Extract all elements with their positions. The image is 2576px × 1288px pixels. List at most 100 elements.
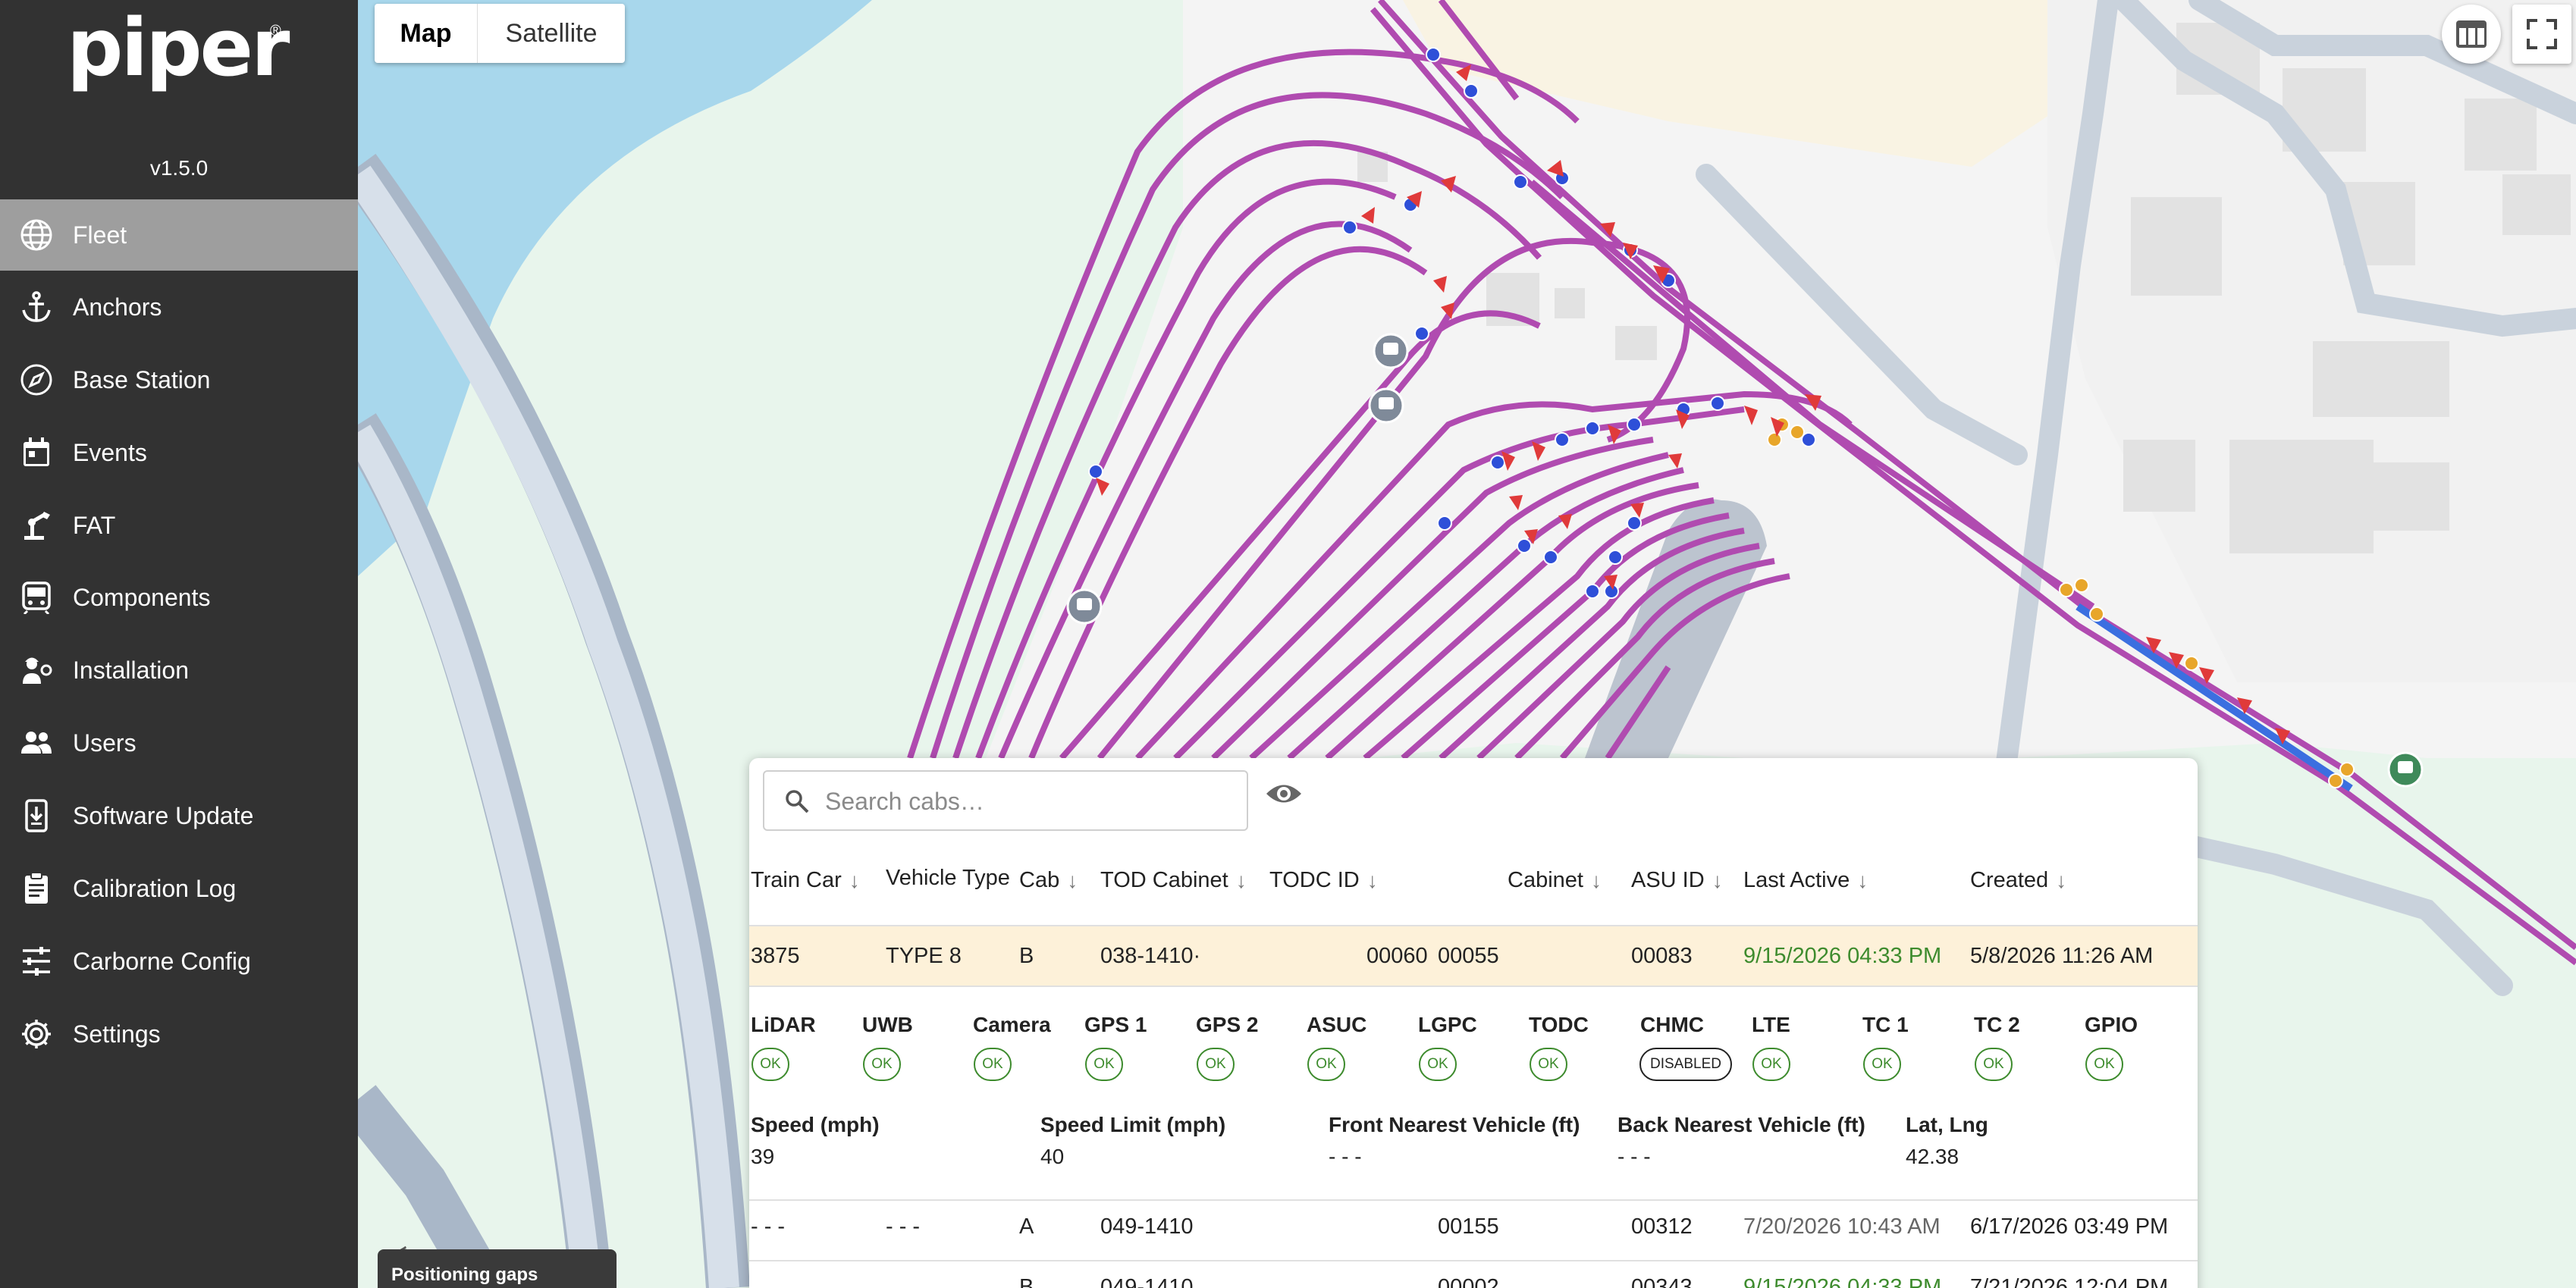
sidebar-item-fleet[interactable]: Fleet bbox=[0, 199, 358, 271]
table-row[interactable]: B 049-1410 00002 00343 9/15/2026 04:33 P… bbox=[749, 1261, 2198, 1288]
sidebar-item-label: Settings bbox=[73, 1020, 161, 1048]
fullscreen-button[interactable] bbox=[2512, 5, 2571, 64]
col-header-label: ASU ID bbox=[1631, 868, 1705, 892]
component-label-gps1: GPS 1 bbox=[1084, 1013, 1147, 1036]
users-icon bbox=[18, 725, 55, 761]
col-header-asu-id[interactable]: ASU ID ↓ bbox=[1631, 868, 1723, 893]
col-header-created[interactable]: Created ↓ bbox=[1970, 868, 2066, 893]
sidebar-item-label: Components bbox=[73, 583, 211, 611]
cell-last-active: 9/15/2026 04:33 PM bbox=[1743, 1275, 1942, 1288]
map-type-satellite-button[interactable]: Satellite bbox=[478, 4, 625, 63]
anchor-icon bbox=[18, 289, 55, 325]
phone-download-icon bbox=[18, 798, 55, 834]
col-header-label: Last Active bbox=[1743, 868, 1850, 892]
sidebar-item-events[interactable]: Events bbox=[0, 417, 358, 488]
sort-arrow-icon: ↓ bbox=[1712, 868, 1723, 892]
cell-last-active: 9/15/2026 04:33 PM bbox=[1743, 944, 1942, 968]
map-type-control: Map Satellite bbox=[375, 4, 625, 63]
logo-registered-mark: ® bbox=[270, 23, 281, 39]
status-badge-lte: OK bbox=[1752, 1048, 1790, 1081]
component-label-gpio: GPIO bbox=[2085, 1013, 2138, 1036]
table-icon bbox=[2456, 20, 2487, 48]
cab-search-input[interactable] bbox=[825, 782, 1235, 820]
stat-label-lat-lng: Lat, Lng bbox=[1906, 1113, 1988, 1136]
status-badge-gps1: OK bbox=[1085, 1048, 1123, 1081]
component-label-gps2: GPS 2 bbox=[1196, 1013, 1259, 1036]
app-version: v1.5.0 bbox=[149, 156, 209, 180]
sidebar-item-label: Installation bbox=[73, 656, 189, 684]
cell-train-car: - - - bbox=[751, 1214, 786, 1239]
cell-created: 5/8/2026 11:26 AM bbox=[1970, 944, 2154, 968]
sidebar-item-carborne-config[interactable]: Carborne Config bbox=[0, 926, 358, 997]
col-header-label: TODC ID bbox=[1269, 868, 1360, 892]
col-header-vehicle-type[interactable]: Vehicle Type bbox=[886, 866, 1010, 891]
cell-last-active: 7/20/2026 10:43 AM bbox=[1743, 1214, 1941, 1239]
component-label-todc: TODC bbox=[1529, 1013, 1589, 1036]
sidebar-item-label: Calibration Log bbox=[73, 874, 237, 902]
col-header-label: Vehicle Type bbox=[886, 866, 1010, 890]
sidebar-item-label: Software Update bbox=[73, 801, 254, 829]
app-logo: piper bbox=[67, 2, 290, 94]
cell-cabinet: 00055 bbox=[1438, 944, 1499, 968]
app-root: nkee Dr Map Satellite Positioning gaps p… bbox=[0, 0, 2576, 1288]
col-header-last-active[interactable]: Last Active ↓ bbox=[1743, 868, 1868, 893]
cell-cab: A bbox=[1019, 1214, 1034, 1239]
search-icon bbox=[786, 790, 809, 813]
sidebar-item-software-update[interactable]: Software Update bbox=[0, 780, 358, 851]
fullscreen-icon bbox=[2527, 19, 2557, 49]
robot-arm-icon bbox=[18, 507, 55, 544]
visibility-toggle-icon[interactable] bbox=[1265, 781, 1303, 807]
status-badge-gpio: OK bbox=[2085, 1048, 2123, 1081]
sort-arrow-icon: ↓ bbox=[849, 868, 860, 892]
sidebar-item-settings[interactable]: Settings bbox=[0, 998, 358, 1070]
sidebar-item-installation[interactable]: Installation bbox=[0, 635, 358, 706]
component-label-lidar: LiDAR bbox=[751, 1013, 816, 1036]
cell-todc-id: 00060 bbox=[1366, 944, 1428, 968]
sort-arrow-icon: ↓ bbox=[1067, 868, 1078, 892]
component-label-asuc: ASUC bbox=[1307, 1013, 1367, 1036]
sidebar-item-label: FAT bbox=[73, 511, 116, 539]
col-header-label: Created bbox=[1970, 868, 2049, 892]
clipboard-icon bbox=[18, 870, 55, 907]
table-row[interactable]: - - - - - - A 049-1410 00155 00312 7/20/… bbox=[749, 1201, 2198, 1260]
component-label-chmc: CHMC bbox=[1640, 1013, 1704, 1036]
cell-asu-id: 00312 bbox=[1631, 1214, 1693, 1239]
col-header-label: TOD Cabinet bbox=[1100, 868, 1228, 892]
cell-vehicle-type: - - - bbox=[886, 1214, 921, 1239]
component-label-tc1: TC 1 bbox=[1862, 1013, 1909, 1036]
sidebar-item-label: Users bbox=[73, 729, 136, 757]
table-layout-button[interactable] bbox=[2442, 5, 2501, 64]
status-badge-gps2: OK bbox=[1197, 1048, 1235, 1081]
cell-tod-cabinet: 038-1410· bbox=[1100, 944, 1201, 968]
status-badge-camera: OK bbox=[974, 1048, 1012, 1081]
sidebar-item-calibration-log[interactable]: Calibration Log bbox=[0, 853, 358, 924]
sort-arrow-icon: ↓ bbox=[1590, 868, 1602, 892]
stat-label-back-nearest: Back Nearest Vehicle (ft) bbox=[1617, 1113, 1865, 1136]
sidebar-item-label: Fleet bbox=[73, 221, 127, 249]
stat-label-front-nearest: Front Nearest Vehicle (ft) bbox=[1329, 1113, 1580, 1136]
sort-arrow-icon: ↓ bbox=[1857, 868, 1868, 892]
cell-asu-id: 00083 bbox=[1631, 944, 1693, 968]
sort-arrow-icon: ↓ bbox=[1235, 868, 1247, 892]
sidebar-item-components[interactable]: Components bbox=[0, 562, 358, 633]
component-label-camera: Camera bbox=[973, 1013, 1051, 1036]
col-header-cab[interactable]: Cab ↓ bbox=[1019, 868, 1078, 893]
col-header-tod-cabinet[interactable]: TOD Cabinet ↓ bbox=[1100, 868, 1247, 893]
sidebar-item-base-station[interactable]: Base Station bbox=[0, 344, 358, 415]
sidebar-item-fat[interactable]: FAT bbox=[0, 490, 358, 561]
stat-label-speed: Speed (mph) bbox=[751, 1113, 880, 1136]
stat-value-lat-lng: 42.38 bbox=[1906, 1145, 1959, 1168]
cell-tod-cabinet: 049-1410 bbox=[1100, 1275, 1194, 1288]
status-badge-lgpc: OK bbox=[1419, 1048, 1457, 1081]
status-badge-tc1: OK bbox=[1863, 1048, 1901, 1081]
col-header-cabinet[interactable]: Cabinet ↓ bbox=[1508, 868, 1602, 893]
map-type-map-button[interactable]: Map bbox=[375, 4, 478, 63]
col-header-todc-id[interactable]: TODC ID ↓ bbox=[1269, 868, 1378, 893]
sidebar-item-anchors[interactable]: Anchors bbox=[0, 271, 358, 343]
sidebar-item-label: Anchors bbox=[73, 293, 162, 321]
positioning-gaps-label[interactable]: Positioning gaps bbox=[378, 1249, 617, 1288]
sidebar-item-users[interactable]: Users bbox=[0, 707, 358, 779]
tune-icon bbox=[18, 943, 55, 979]
col-header-train-car[interactable]: Train Car ↓ bbox=[751, 868, 860, 893]
status-badge-todc: OK bbox=[1530, 1048, 1567, 1081]
